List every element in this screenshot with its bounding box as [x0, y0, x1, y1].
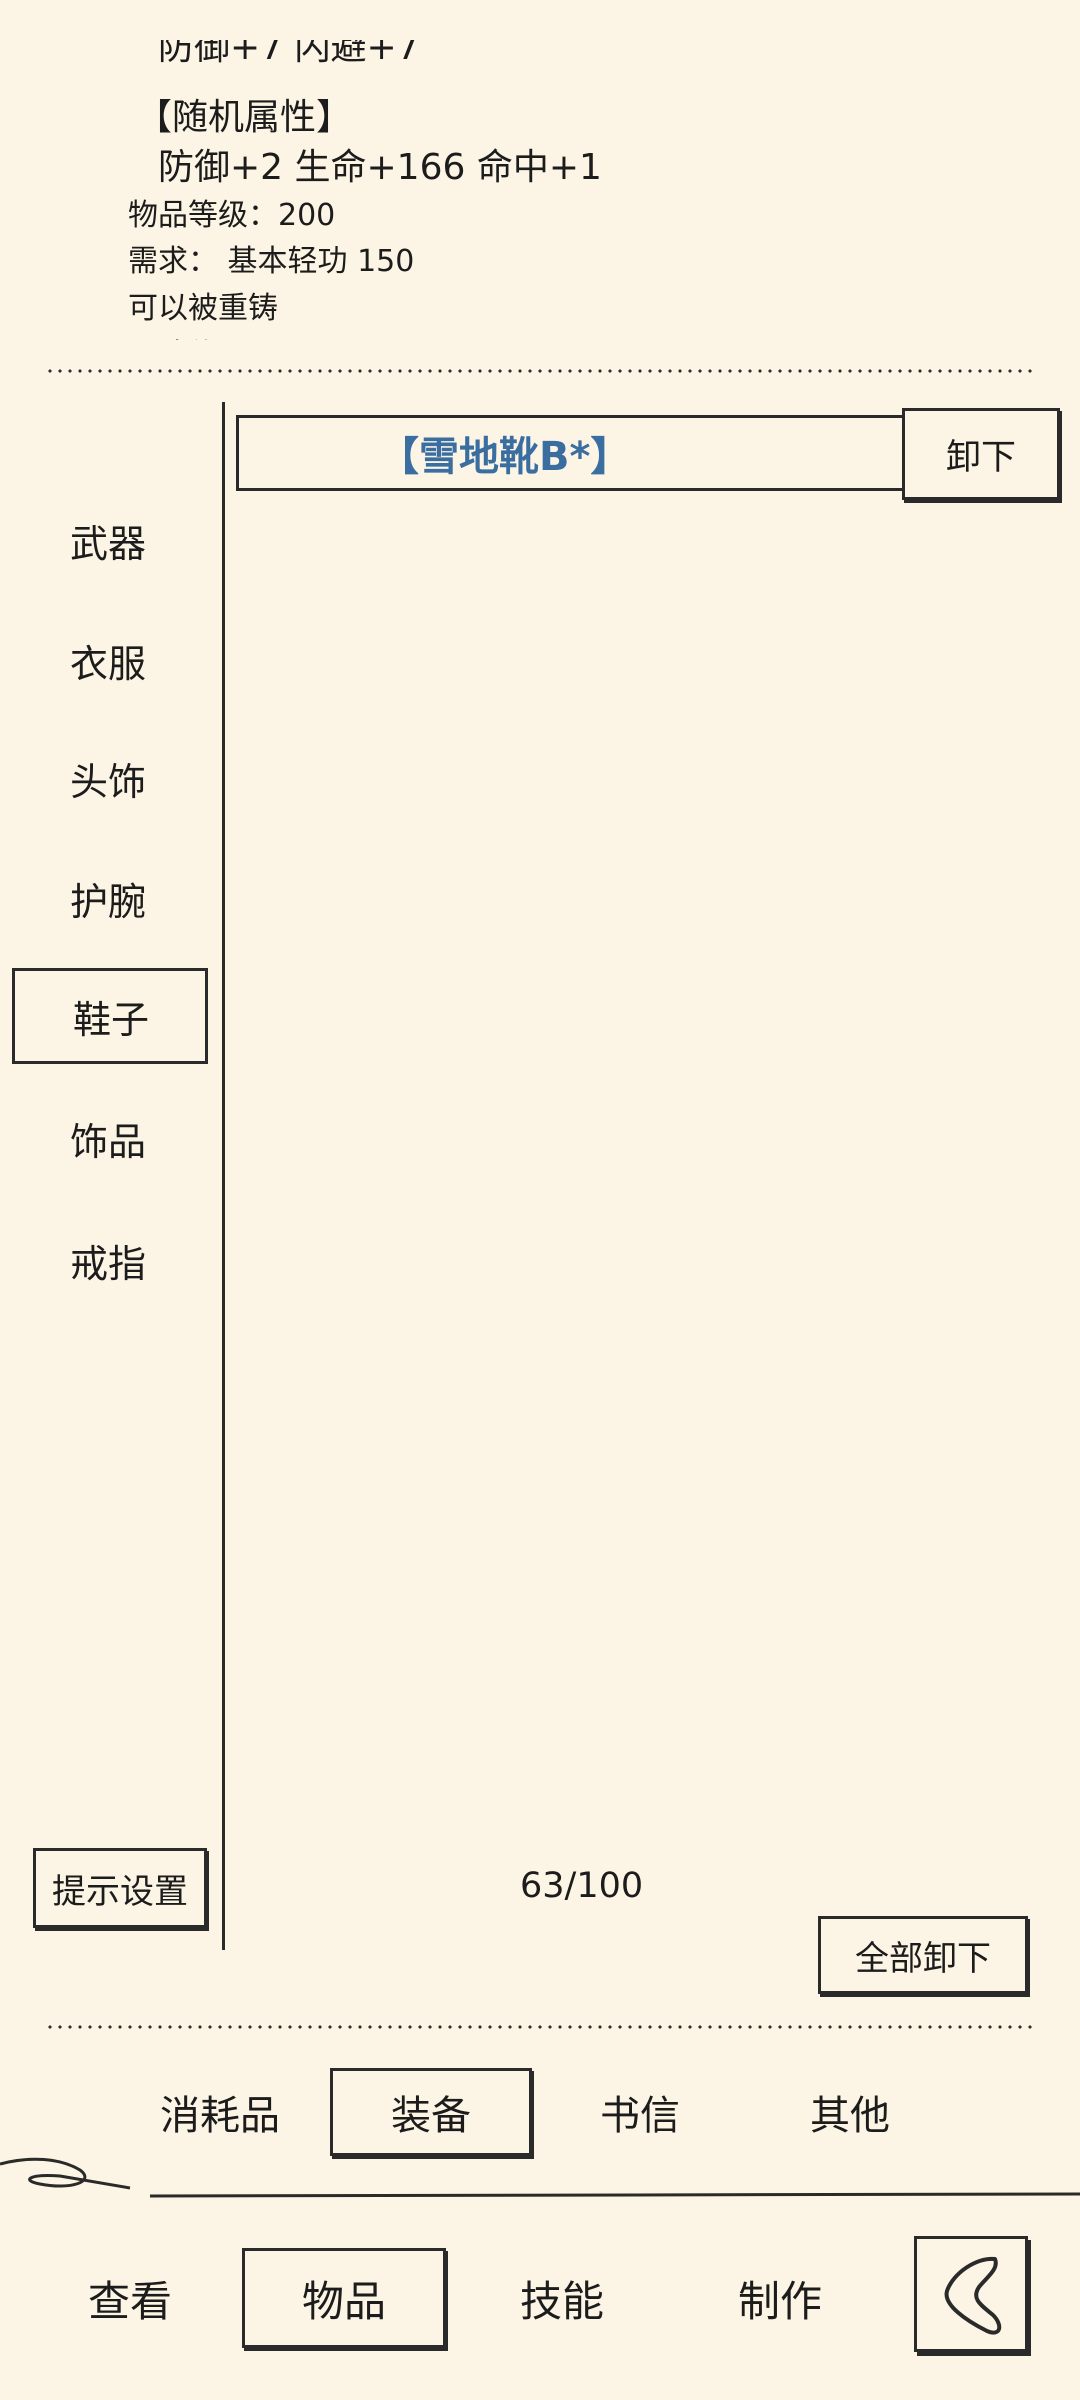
category-ring[interactable]: 戒指: [12, 1212, 208, 1308]
item-level: 物品等级：200: [128, 198, 336, 233]
unequip-button[interactable]: 卸下: [902, 408, 1060, 500]
random-attr-header: 【随机属性】: [136, 97, 353, 138]
back-arrow-icon: [944, 2256, 1002, 2335]
nav-crafting[interactable]: 制作: [700, 2248, 860, 2348]
nav-view[interactable]: 查看: [50, 2248, 210, 2348]
equipped-item-row[interactable]: 【雪地靴B*】: [236, 415, 906, 491]
category-clothes[interactable]: 衣服: [12, 612, 208, 708]
divider-bottom: [45, 2024, 1035, 2030]
back-button[interactable]: [914, 2236, 1028, 2352]
item-reforge: 可以被重铸: [128, 291, 278, 326]
random-attr-values: 防御+2 生命+166 命中+1: [158, 147, 602, 188]
sidebar-divider: [222, 402, 225, 1950]
category-shoes[interactable]: 鞋子: [12, 968, 208, 1064]
nav-skills[interactable]: 技能: [482, 2248, 642, 2348]
category-weapon[interactable]: 武器: [12, 492, 208, 588]
item-requirement: 需求： 基本轻功 150: [128, 244, 415, 279]
divider-top: [45, 368, 1035, 374]
hint-settings-button[interactable]: 提示设置: [33, 1848, 207, 1928]
category-headwear[interactable]: 头饰: [12, 730, 208, 826]
equipped-item-name: 【雪地靴B*】: [379, 434, 631, 480]
unequip-all-button[interactable]: 全部卸下: [818, 1916, 1028, 1994]
capacity-count: 63/100: [520, 1866, 644, 1906]
category-bracer[interactable]: 护腕: [12, 850, 208, 946]
brush-stroke-divider: [0, 2157, 1080, 2198]
item-trade: 无法传承: [128, 330, 248, 340]
category-accessory[interactable]: 饰品: [12, 1090, 208, 1186]
nav-items[interactable]: 物品: [242, 2248, 446, 2348]
item-detail-panel[interactable]: 防御+7 闪避+7 【随机属性】 防御+2 生命+166 命中+1 物品等级：2…: [0, 40, 1080, 340]
detail-stats-line: 防御+7 闪避+7: [158, 40, 420, 68]
